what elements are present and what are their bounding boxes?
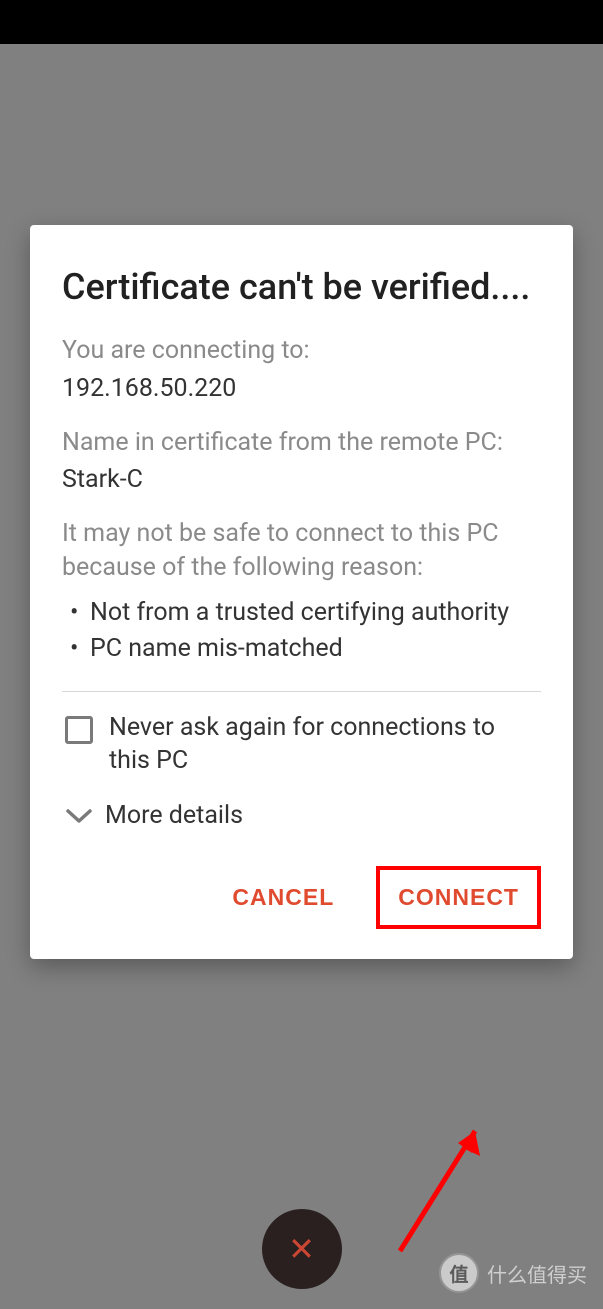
cancel-button[interactable]: CANCEL — [214, 870, 352, 925]
close-button[interactable]: ✕ — [262, 1209, 342, 1289]
close-icon: ✕ — [288, 1230, 315, 1268]
status-bar — [0, 0, 603, 44]
reason-list: Not from a trusted certifying authority … — [62, 595, 541, 668]
divider — [62, 691, 541, 692]
cert-name-value: Stark-C — [62, 463, 541, 497]
never-ask-checkbox[interactable] — [65, 716, 93, 744]
watermark-badge-icon: 值 — [439, 1253, 479, 1293]
certificate-dialog: Certificate can't be verified.... You ar… — [30, 225, 573, 959]
connecting-to-label: You are connecting to: — [62, 334, 541, 368]
more-details-toggle[interactable]: More details — [65, 801, 541, 830]
connecting-to-value: 192.168.50.220 — [62, 372, 541, 406]
chevron-down-icon — [65, 808, 93, 824]
never-ask-label: Never ask again for connections to this … — [109, 712, 541, 777]
more-details-label: More details — [105, 801, 243, 830]
reason-intro: It may not be safe to connect to this PC… — [62, 517, 541, 585]
dialog-title: Certificate can't be verified.... — [62, 265, 541, 310]
cert-name-label: Name in certificate from the remote PC: — [62, 426, 541, 460]
reason-item: PC name mis-matched — [62, 631, 541, 667]
reason-item: Not from a trusted certifying authority — [62, 595, 541, 631]
arrow-annotation-icon — [380, 1101, 500, 1261]
never-ask-row[interactable]: Never ask again for connections to this … — [62, 712, 541, 777]
dialog-buttons: CANCEL CONNECT — [62, 866, 541, 939]
watermark-text: 什么值得买 — [487, 1259, 587, 1288]
connect-button[interactable]: CONNECT — [376, 866, 541, 929]
watermark: 值 什么值得买 — [439, 1253, 587, 1293]
